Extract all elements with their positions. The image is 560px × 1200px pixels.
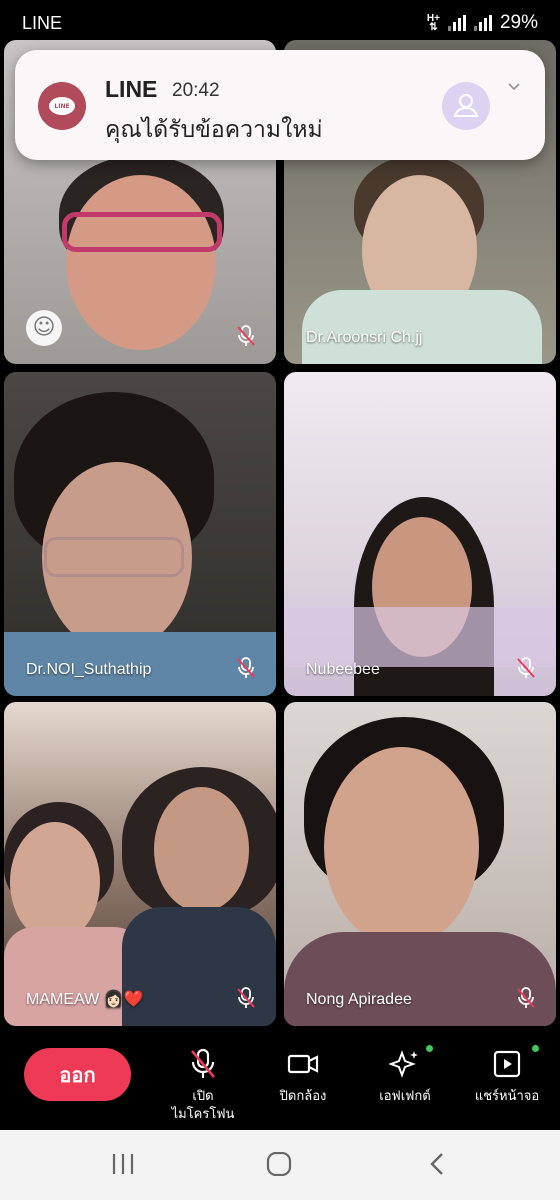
battery-percent: 29% xyxy=(499,12,538,33)
person-icon xyxy=(442,82,490,130)
back-icon[interactable] xyxy=(428,1152,446,1176)
sparkle-icon xyxy=(389,1050,418,1078)
mic-muted-icon xyxy=(517,987,535,1008)
glasses xyxy=(62,212,222,252)
participant-face-2 xyxy=(154,787,249,912)
status-icons: H+ ⇅ 29% xyxy=(427,12,538,34)
glasses xyxy=(44,537,184,577)
camera-toggle-button[interactable]: ปิดกล้อง xyxy=(253,1048,353,1106)
new-indicator-dot xyxy=(426,1045,433,1052)
signal-icon xyxy=(447,15,466,31)
participant-name: Nong Apiradee xyxy=(306,991,412,1008)
effects-button[interactable]: เอฟเฟกต์ xyxy=(355,1045,455,1106)
screen-share-button[interactable]: แชร์หน้าจอ xyxy=(457,1045,557,1106)
participant-face xyxy=(66,175,216,350)
notification-time: 20:42 xyxy=(172,80,220,101)
participant-shirt xyxy=(284,932,556,1026)
status-app-label: LINE xyxy=(22,13,63,33)
participant-name: Dr.Aroonsri Ch.jj xyxy=(306,329,423,346)
home-icon[interactable] xyxy=(266,1152,292,1176)
leave-call-button[interactable]: ออก xyxy=(24,1048,131,1101)
participant-name: MAMEAW 👩🏻❤️ xyxy=(26,991,144,1008)
mic-muted-icon xyxy=(237,325,255,346)
system-nav-bar xyxy=(0,1130,560,1200)
line-logo-icon: LINE xyxy=(38,82,86,130)
call-toolbar: ออก เปิดไมโครโฟน ปิดกล้อง เอฟเฟกต์ แชร์ห… xyxy=(0,1030,560,1130)
participant-tile[interactable]: Dr.NOI_Suthathip xyxy=(4,372,276,696)
mic-toggle-button[interactable]: เปิดไมโครโฟน xyxy=(153,1048,253,1124)
recent-apps-icon[interactable] xyxy=(110,1152,136,1176)
video-camera-icon xyxy=(287,1054,319,1074)
notification-banner[interactable]: LINE LINE 20:42 คุณได้รับข้อความใหม่ xyxy=(15,50,545,160)
participant-name: Dr.NOI_Suthathip xyxy=(26,661,152,678)
notification-message: คุณได้รับข้อความใหม่ xyxy=(105,117,323,143)
mic-label-line1: เปิด xyxy=(192,1089,214,1104)
participant-tile[interactable]: Nong Apiradee xyxy=(284,702,556,1026)
new-indicator-dot xyxy=(532,1045,539,1052)
participant-tile[interactable]: Nubeebee xyxy=(284,372,556,696)
camera-label: ปิดกล้อง xyxy=(279,1089,327,1104)
mic-muted-icon xyxy=(517,657,535,678)
signal-icon-2 xyxy=(473,15,492,31)
participant-shirt xyxy=(302,290,542,364)
play-screen-icon xyxy=(493,1050,521,1078)
notification-app: LINE xyxy=(105,76,158,102)
mic-muted-icon xyxy=(191,1048,215,1078)
participant-name: Nubeebee xyxy=(306,661,380,678)
emoji-reaction-button[interactable]: ☺ xyxy=(26,310,62,346)
chevron-down-icon[interactable] xyxy=(507,80,521,94)
effects-label: เอฟเฟกต์ xyxy=(379,1089,431,1104)
share-label: แชร์หน้าจอ xyxy=(474,1089,540,1104)
participant-face xyxy=(324,747,479,947)
participant-face xyxy=(10,822,100,942)
network-type-icon: H+ ⇅ xyxy=(426,13,440,33)
mic-label-line2: ไมโครโฟน xyxy=(171,1107,235,1122)
mic-muted-icon xyxy=(237,657,255,678)
mic-muted-icon xyxy=(237,987,255,1008)
participant-tile[interactable]: MAMEAW 👩🏻❤️ xyxy=(4,702,276,1026)
